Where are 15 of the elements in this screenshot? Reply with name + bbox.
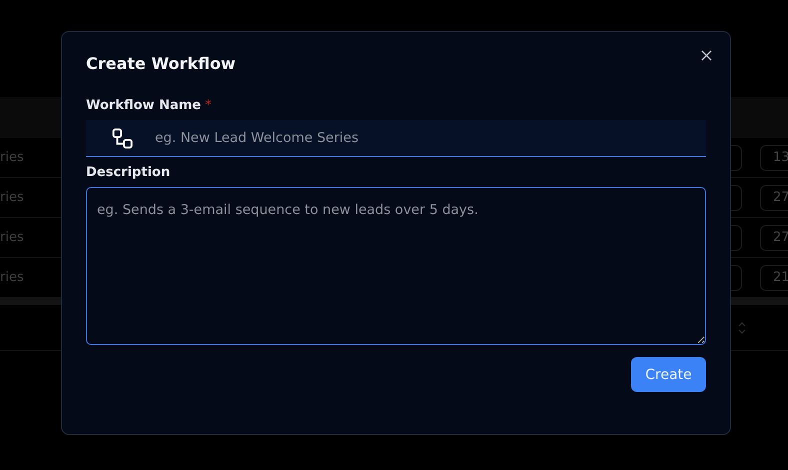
table-cell: ries [0,270,24,285]
field-label: Workflow Name [86,98,201,112]
table-cell: ries [0,190,24,205]
create-button[interactable]: Create [631,357,706,392]
table-badge: 21 [760,264,788,290]
workflow-icon [112,128,133,148]
description-field[interactable]: eg. Sends a 3-email sequence to new leads over 5 days. [86,187,706,345]
close-icon[interactable] [701,50,712,61]
table-cell: ries [0,150,24,165]
field-label: Description [86,164,170,180]
table-cell: ries [0,230,24,245]
required-mark: * [204,98,212,112]
dialog-title: Create Workflow [86,54,236,73]
name-input[interactable]: eg. New Lead Welcome Series [153,129,706,147]
name-field[interactable]: eg. New Lead Welcome Series [86,120,706,157]
